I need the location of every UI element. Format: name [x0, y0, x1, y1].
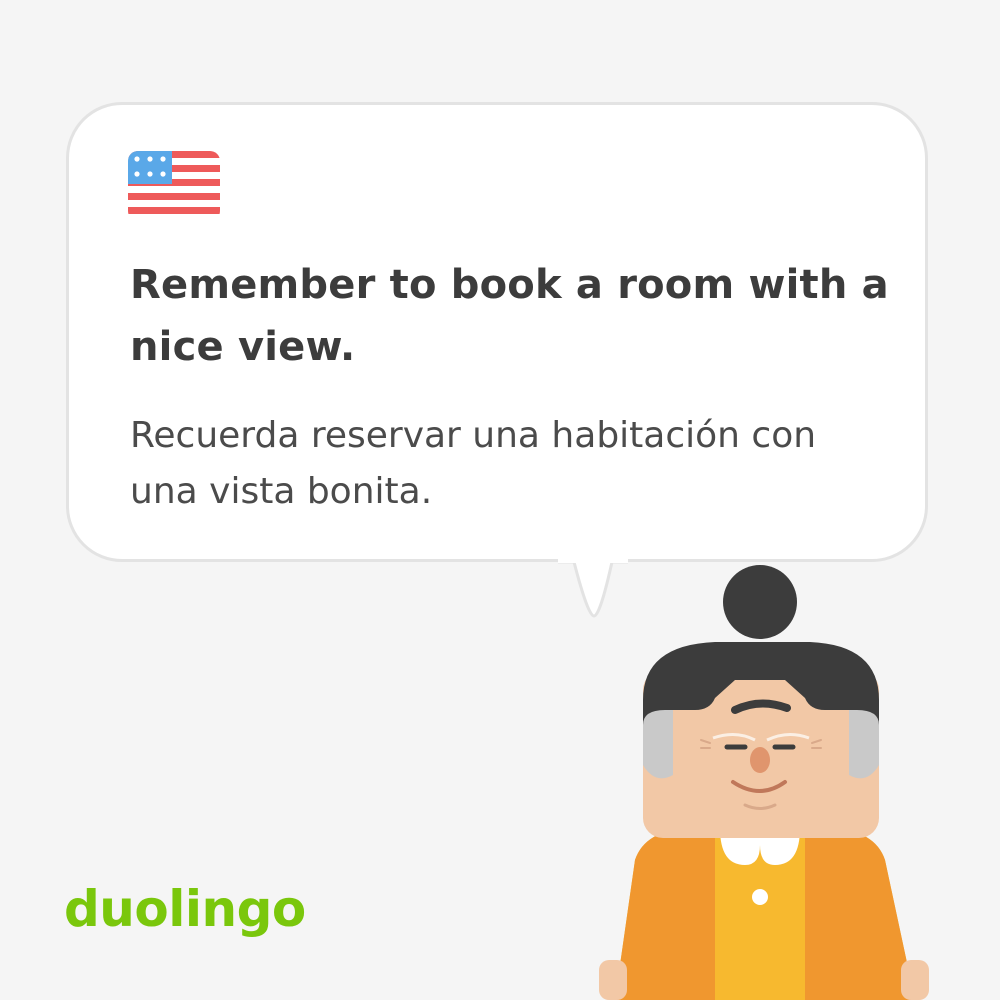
- english-sentence: Remember to book a room with a nice view…: [130, 262, 889, 370]
- spanish-translation: Recuerda reservar una habitación con una…: [130, 415, 817, 512]
- duolingo-logo: duolingo: [64, 880, 306, 938]
- logo-text: duolingo: [64, 880, 306, 938]
- character-illustration: [599, 565, 929, 1000]
- us-flag-icon: [128, 151, 220, 221]
